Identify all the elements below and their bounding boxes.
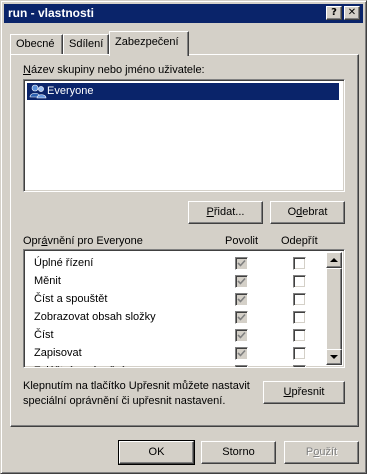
advanced-text-line2: speciální oprávnění či upřesnit nastaven… xyxy=(23,395,226,407)
allow-checkbox[interactable] xyxy=(235,365,248,367)
allow-checkbox[interactable] xyxy=(235,311,248,324)
apply-button[interactable]: Použít xyxy=(284,441,359,464)
permission-name: Číst xyxy=(34,329,54,341)
scroll-down-button[interactable] xyxy=(326,349,342,365)
list-item: Měnit xyxy=(27,272,332,290)
help-icon: ? xyxy=(331,7,337,18)
allow-checkbox[interactable] xyxy=(235,275,248,288)
remove-button[interactable]: Odebrat xyxy=(270,201,345,224)
deny-checkbox[interactable] xyxy=(293,257,306,270)
list-item-everyone[interactable]: Everyone xyxy=(27,83,339,100)
help-button[interactable]: ? xyxy=(326,6,342,20)
deny-checkbox[interactable] xyxy=(293,329,306,342)
tab-security-label: Zabezpečení xyxy=(115,36,179,48)
deny-column-header: Odepřít xyxy=(281,235,318,247)
allow-checkbox[interactable] xyxy=(235,347,248,360)
close-icon: ✕ xyxy=(347,7,357,18)
permission-name: Číst a spouštět xyxy=(34,293,108,305)
advanced-button[interactable]: Upřesnit xyxy=(263,381,345,404)
advanced-text-line1: Klepnutím na tlačítko Upřesnit můžete na… xyxy=(23,380,250,392)
arrow-down-icon xyxy=(330,355,338,359)
permission-name: Zvláštní oprávnění xyxy=(34,364,125,367)
deny-checkbox[interactable] xyxy=(293,347,306,360)
user-name: Everyone xyxy=(47,85,94,97)
allow-checkbox[interactable] xyxy=(235,257,248,270)
permission-name: Úplné řízení xyxy=(34,257,94,269)
tab-general[interactable]: Obecné xyxy=(10,34,63,54)
permission-name: Zapisovat xyxy=(34,347,82,359)
list-item: Úplné řízení xyxy=(27,254,332,272)
users-list[interactable]: Everyone xyxy=(23,79,345,192)
list-item: Číst xyxy=(27,326,332,344)
scroll-up-button[interactable] xyxy=(326,252,342,268)
permission-name: Zobrazovat obsah složky xyxy=(34,311,156,323)
deny-checkbox[interactable] xyxy=(293,311,306,324)
allow-checkbox[interactable] xyxy=(235,329,248,342)
group-icon xyxy=(29,83,47,99)
scroll-thumb[interactable] xyxy=(326,268,342,360)
cancel-button[interactable]: Storno xyxy=(201,441,276,464)
allow-column-header: Povolit xyxy=(225,235,259,247)
tab-security[interactable]: Zabezpečení xyxy=(109,31,189,56)
list-item: Zapisovat xyxy=(27,344,332,362)
deny-checkbox[interactable] xyxy=(293,275,306,288)
list-item: Zvláštní oprávnění xyxy=(27,362,332,367)
allow-checkbox[interactable] xyxy=(235,293,248,306)
permissions-label: Oprávnění pro Everyone xyxy=(23,235,143,247)
properties-window: run - vlastnosti ? ✕ Obecné Sdílení Zabe… xyxy=(0,0,367,474)
add-button[interactable]: Přidat... xyxy=(188,201,263,224)
users-label: Název skupiny nebo jméno uživatele: xyxy=(23,64,205,76)
deny-checkbox[interactable] xyxy=(293,365,306,367)
tab-sharing[interactable]: Sdílení xyxy=(63,34,109,54)
permissions-scrollbar[interactable] xyxy=(326,252,342,365)
window-title: run - vlastnosti xyxy=(8,6,95,20)
tab-sharing-label: Sdílení xyxy=(69,38,104,50)
list-item: Zobrazovat obsah složky xyxy=(27,308,332,326)
list-item: Číst a spouštět xyxy=(27,290,332,308)
arrow-up-icon xyxy=(330,258,338,262)
permissions-list[interactable]: Úplné řízení Měnit Číst a spouštět Zobrazov… xyxy=(23,249,345,368)
close-button[interactable]: ✕ xyxy=(344,6,360,20)
tab-general-label: Obecné xyxy=(16,38,55,50)
tab-strip: Obecné Sdílení Zabezpečení xyxy=(10,31,350,56)
permission-name: Měnit xyxy=(34,275,61,287)
ok-button[interactable]: OK xyxy=(118,440,195,465)
title-bar[interactable]: run - vlastnosti ? ✕ xyxy=(4,4,363,23)
deny-checkbox[interactable] xyxy=(293,293,306,306)
security-panel: Název skupiny nebo jméno uživatele: Ever… xyxy=(10,54,359,427)
